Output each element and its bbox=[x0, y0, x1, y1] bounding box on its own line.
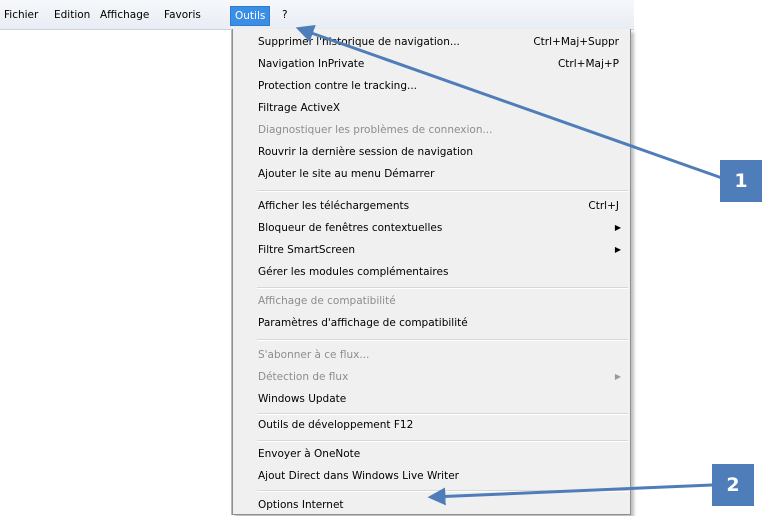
arrow-to-outils-menu bbox=[295, 25, 723, 180]
arrow-to-internet-options bbox=[427, 483, 713, 506]
annotation-arrows bbox=[295, 25, 723, 506]
callout-badge-2: 2 bbox=[712, 464, 754, 506]
callout-badge-1: 1 bbox=[720, 160, 762, 202]
